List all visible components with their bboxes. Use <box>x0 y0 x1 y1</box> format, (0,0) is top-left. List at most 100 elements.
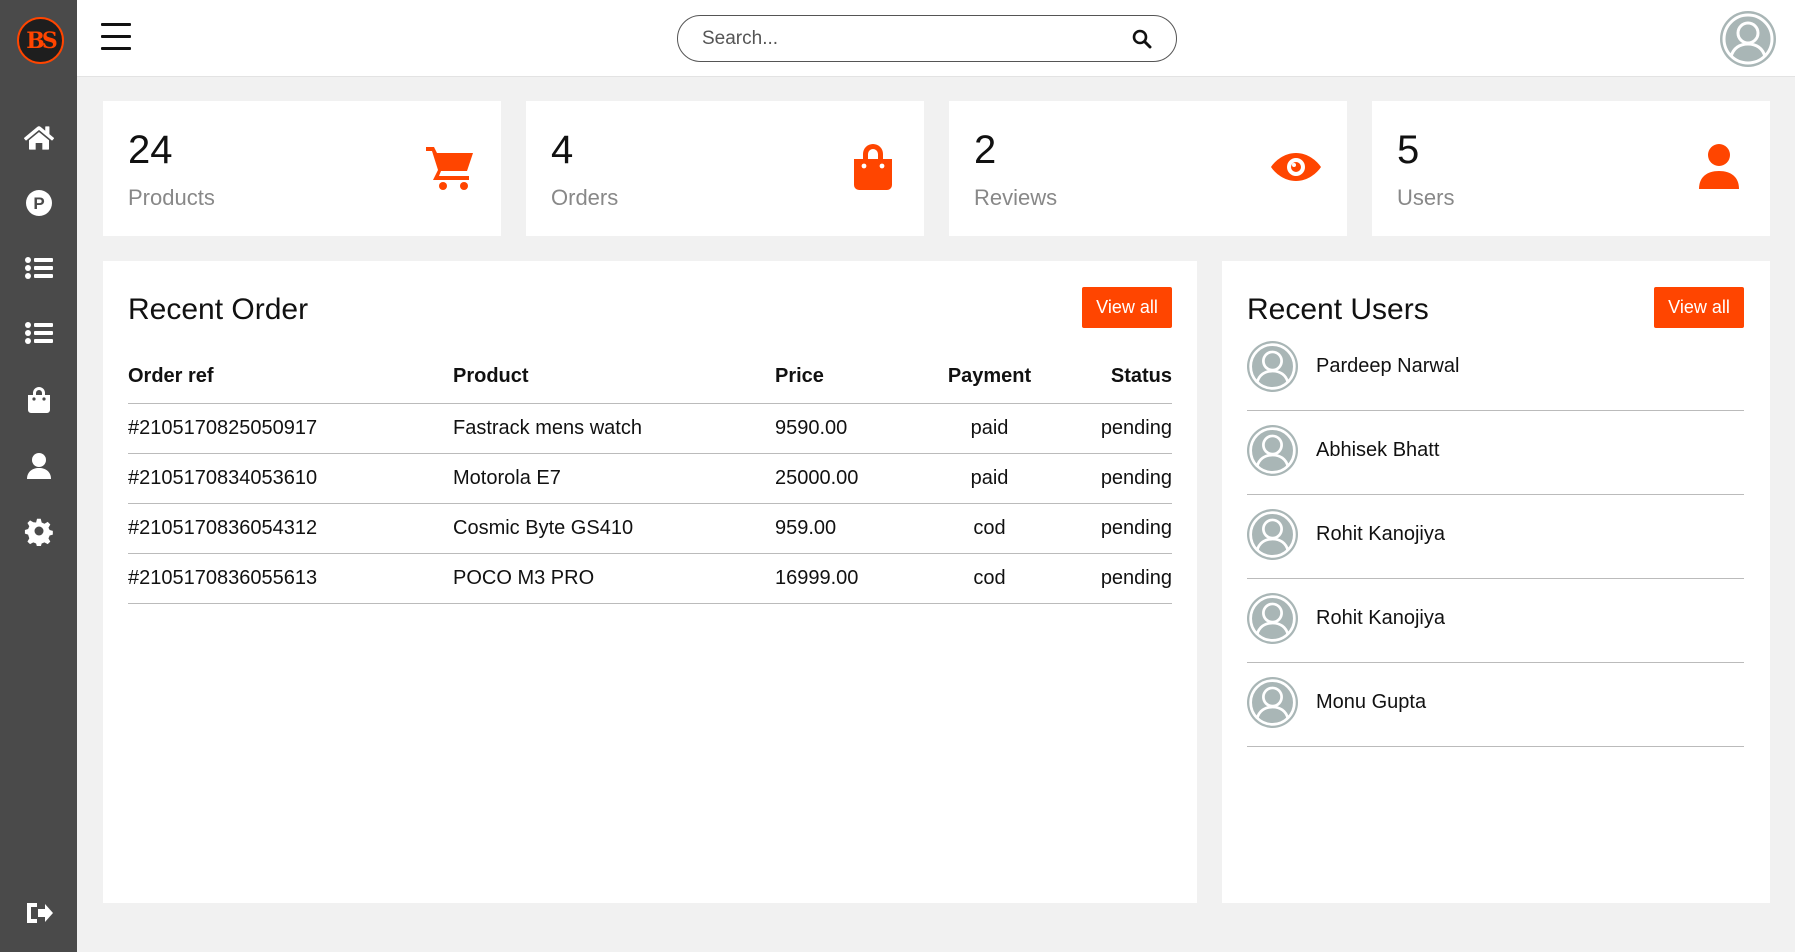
order-price: 25000.00 <box>775 453 922 504</box>
stat-label: Products <box>128 185 215 210</box>
sidebar-item-categories[interactable] <box>0 240 77 296</box>
list-icon <box>24 322 53 344</box>
order-ref: #2105170834053610 <box>128 453 453 504</box>
stat-card-reviews[interactable]: 2 Reviews <box>949 101 1347 236</box>
order-payment: paid <box>922 403 1057 454</box>
list-icon <box>24 257 53 279</box>
avatar-icon <box>1249 679 1296 726</box>
sidebar-item-users[interactable] <box>0 438 77 494</box>
stat-label: Users <box>1397 185 1455 210</box>
table-row[interactable]: #2105170836054312 Cosmic Byte GS410 959.… <box>128 503 1172 554</box>
avatar-icon <box>1722 13 1774 65</box>
avatar-icon <box>1249 595 1296 642</box>
sidebar: BS P <box>0 0 77 952</box>
top-header <box>77 0 1795 77</box>
search-input[interactable] <box>702 27 1102 51</box>
order-status: pending <box>1057 553 1172 604</box>
table-row[interactable]: #2105170834053610 Motorola E7 25000.00 p… <box>128 453 1172 504</box>
table-row[interactable]: #2105170825050917 Fastrack mens watch 95… <box>128 403 1172 454</box>
cart-icon <box>424 141 476 193</box>
shopping-bag-icon <box>847 141 899 193</box>
p-circle-icon: P <box>25 190 52 216</box>
order-price: 9590.00 <box>775 403 922 454</box>
stat-value: 24 <box>128 128 173 172</box>
avatar <box>1247 677 1298 728</box>
list-item[interactable]: Rohit Kanojiya <box>1247 579 1744 663</box>
list-item[interactable]: Monu Gupta <box>1247 663 1744 747</box>
avatar-icon <box>1249 511 1296 558</box>
user-avatar[interactable] <box>1720 11 1776 67</box>
user-name: Pardeep Narwal <box>1316 355 1460 377</box>
avatar <box>1247 425 1298 476</box>
user-name: Monu Gupta <box>1316 691 1427 713</box>
menu-toggle-icon[interactable] <box>101 23 131 51</box>
stat-value: 2 <box>974 128 997 172</box>
order-payment: cod <box>922 553 1057 604</box>
list-item[interactable]: Abhisek Bhatt <box>1247 411 1744 495</box>
order-price: 959.00 <box>775 503 922 554</box>
view-all-users-button[interactable]: View all <box>1654 287 1744 328</box>
svg-text:P: P <box>33 194 44 213</box>
user-name: Rohit Kanojiya <box>1316 607 1445 629</box>
order-status: pending <box>1057 453 1172 504</box>
recent-orders-title: Recent Order <box>128 293 309 326</box>
column-header: Price <box>775 351 922 404</box>
brand-logo-text: BS <box>26 27 58 54</box>
stat-card-users[interactable]: 5 Users <box>1372 101 1770 236</box>
column-header: Product <box>453 351 775 404</box>
column-header: Status <box>1057 351 1172 404</box>
order-payment: cod <box>922 503 1057 554</box>
orders-table: Order ref Product Price Payment Status #… <box>128 351 1172 604</box>
stat-card-products[interactable]: 24 Products <box>103 101 501 236</box>
stat-value: 5 <box>1397 128 1420 172</box>
order-payment: paid <box>922 453 1057 504</box>
order-status: pending <box>1057 503 1172 554</box>
user-icon <box>1693 141 1745 193</box>
order-status: pending <box>1057 403 1172 454</box>
stat-label: Reviews <box>974 185 1058 210</box>
order-product: Cosmic Byte GS410 <box>453 503 775 554</box>
order-ref: #2105170825050917 <box>128 403 453 454</box>
recent-users-panel: Recent Users View all Pardeep Narwal Abh… <box>1222 261 1770 903</box>
avatar <box>1247 509 1298 560</box>
sidebar-item-home[interactable] <box>0 110 77 166</box>
avatar-icon <box>1249 343 1296 390</box>
view-all-orders-button[interactable]: View all <box>1082 287 1172 328</box>
logout-icon <box>26 903 53 923</box>
stat-value: 4 <box>551 128 574 172</box>
avatar-icon <box>1249 427 1296 474</box>
sidebar-item-orders[interactable] <box>0 372 77 428</box>
eye-icon <box>1270 141 1322 193</box>
stat-card-orders[interactable]: 4 Orders <box>526 101 924 236</box>
search-bar <box>677 15 1177 62</box>
order-ref: #2105170836054312 <box>128 503 453 554</box>
avatar <box>1247 341 1298 392</box>
shopping-bag-icon <box>27 387 50 413</box>
sidebar-item-list[interactable] <box>0 305 77 361</box>
avatar <box>1247 593 1298 644</box>
brand-logo[interactable]: BS <box>17 17 64 64</box>
order-price: 16999.00 <box>775 553 922 604</box>
recent-users-title: Recent Users <box>1247 293 1429 326</box>
user-name: Abhisek Bhatt <box>1316 439 1440 461</box>
order-product: Motorola E7 <box>453 453 775 504</box>
order-ref: #2105170836055613 <box>128 553 453 604</box>
table-row[interactable]: #2105170836055613 POCO M3 PRO 16999.00 c… <box>128 553 1172 604</box>
order-product: Fastrack mens watch <box>453 403 775 454</box>
column-header: Order ref <box>128 351 453 404</box>
user-icon <box>26 453 51 479</box>
table-header-row: Order ref Product Price Payment Status <box>128 351 1172 404</box>
recent-orders-panel: Recent Order View all Order ref Product … <box>103 261 1197 903</box>
list-item[interactable]: Rohit Kanojiya <box>1247 495 1744 579</box>
logout-button[interactable] <box>0 885 77 941</box>
home-icon <box>23 126 54 150</box>
sidebar-item-products[interactable]: P <box>0 175 77 231</box>
gear-icon <box>24 518 53 546</box>
user-name: Rohit Kanojiya <box>1316 523 1445 545</box>
order-product: POCO M3 PRO <box>453 553 775 604</box>
stat-label: Orders <box>551 185 619 210</box>
list-item[interactable]: Pardeep Narwal <box>1247 327 1744 411</box>
search-icon[interactable] <box>1132 29 1152 49</box>
sidebar-item-settings[interactable] <box>0 503 77 559</box>
column-header: Payment <box>922 351 1057 404</box>
